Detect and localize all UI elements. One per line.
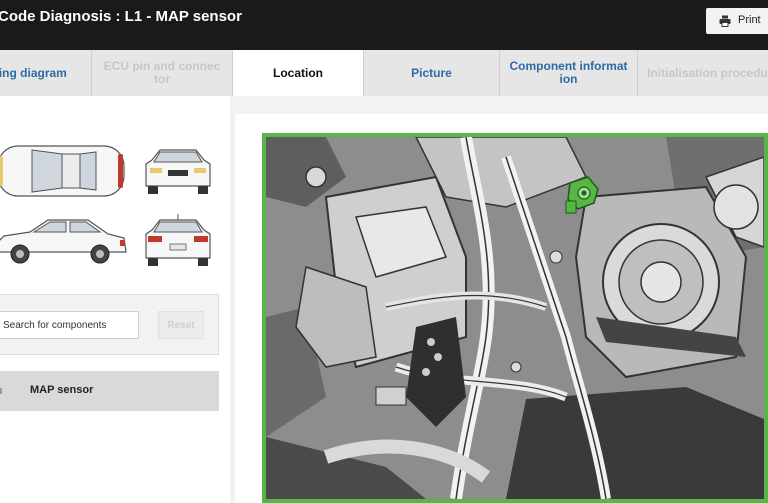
top-bar: Code Diagnosis : L1 - MAP sensor Print bbox=[0, 0, 768, 50]
engine-bay-illustration bbox=[266, 137, 764, 499]
tab-component-information[interactable]: Component informat ion bbox=[500, 50, 638, 96]
car-front-view[interactable] bbox=[140, 146, 216, 196]
printer-icon bbox=[719, 15, 731, 27]
component-location-image[interactable] bbox=[262, 133, 768, 503]
print-button-label: Print bbox=[738, 14, 761, 26]
result-item-label: MAP sensor bbox=[30, 384, 94, 396]
tab-ecu-pin-connector[interactable]: ECU pin and connec tor bbox=[92, 50, 233, 96]
component-search-input[interactable] bbox=[0, 311, 139, 339]
reset-button[interactable]: Reset bbox=[158, 311, 204, 339]
page-title: Code Diagnosis : L1 - MAP sensor bbox=[0, 8, 242, 25]
tab-picture[interactable]: Picture bbox=[364, 50, 500, 96]
tab-location[interactable]: Location bbox=[233, 50, 364, 96]
car-top-view[interactable] bbox=[0, 140, 132, 202]
tab-initialisation-procedure[interactable]: Initialisation procedu bbox=[638, 50, 768, 96]
tab-wiring-diagram[interactable]: ring diagram bbox=[0, 50, 92, 96]
car-rear-view[interactable] bbox=[140, 212, 216, 270]
car-side-view[interactable] bbox=[0, 212, 130, 268]
result-item-map-sensor[interactable]: MAP sensor bbox=[0, 371, 219, 411]
print-button[interactable]: Print bbox=[706, 8, 768, 34]
result-marker bbox=[0, 388, 2, 394]
